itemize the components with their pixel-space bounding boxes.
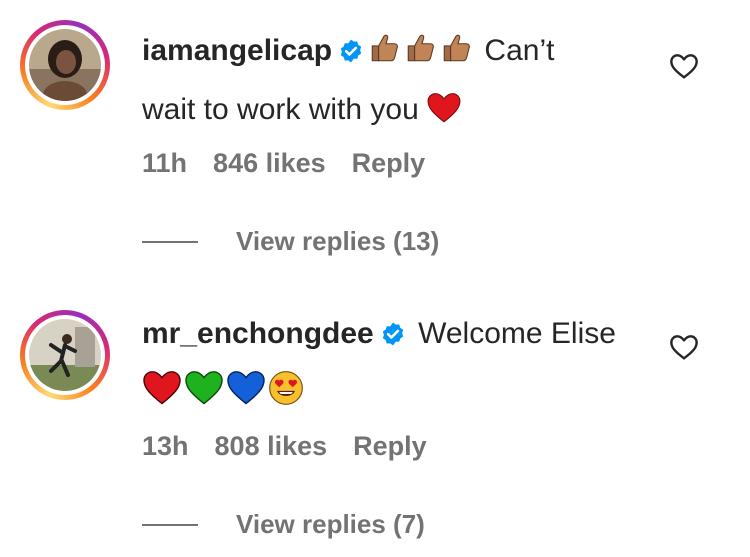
comment-text: mr_enchongdee Welcome Elise bbox=[142, 307, 662, 424]
reply-button[interactable]: Reply bbox=[352, 148, 426, 178]
likes-count[interactable]: 846 likes bbox=[213, 148, 326, 178]
comment-meta: 13h 808 likes Reply bbox=[142, 431, 453, 462]
blue-heart-icon bbox=[226, 370, 266, 424]
like-button[interactable] bbox=[668, 331, 700, 363]
green-heart-icon bbox=[184, 370, 224, 424]
comment-text-line1: Can’t bbox=[484, 34, 555, 67]
thumbs-up-icon bbox=[404, 29, 438, 83]
red-heart-icon bbox=[427, 88, 461, 142]
red-heart-icon bbox=[142, 370, 182, 424]
view-replies-button[interactable]: View replies (7) bbox=[142, 509, 425, 540]
divider-line bbox=[142, 240, 198, 243]
heart-outline-icon bbox=[670, 335, 698, 360]
view-replies-button[interactable]: View replies (13) bbox=[142, 226, 439, 257]
verified-badge-icon bbox=[338, 28, 364, 82]
divider-line bbox=[142, 523, 198, 526]
username[interactable]: mr_enchongdee bbox=[142, 317, 374, 350]
username[interactable]: iamangelicap bbox=[142, 34, 332, 67]
verified-badge-icon bbox=[380, 311, 406, 365]
timestamp: 11h bbox=[142, 148, 188, 178]
heart-eyes-face-icon bbox=[268, 370, 304, 424]
view-replies-label[interactable]: View replies (13) bbox=[236, 226, 439, 257]
heart-outline-icon bbox=[670, 54, 698, 79]
story-ring[interactable] bbox=[20, 20, 110, 110]
comment-text-line2: wait to work with you bbox=[142, 93, 419, 126]
avatar[interactable] bbox=[29, 29, 101, 101]
story-ring[interactable] bbox=[20, 310, 110, 400]
comment-meta: 11h 846 likes Reply bbox=[142, 148, 451, 179]
comment-text: iamangelicap Can’t wait to work with you bbox=[142, 24, 662, 142]
reply-button[interactable]: Reply bbox=[353, 431, 427, 461]
thumbs-up-icon bbox=[368, 29, 402, 83]
timestamp: 13h bbox=[142, 431, 189, 461]
like-button[interactable] bbox=[668, 50, 700, 82]
thumbs-up-icon bbox=[440, 29, 474, 83]
comment-text-line1: Welcome Elise bbox=[418, 317, 616, 350]
avatar[interactable] bbox=[29, 319, 101, 391]
likes-count[interactable]: 808 likes bbox=[215, 431, 328, 461]
view-replies-label[interactable]: View replies (7) bbox=[236, 509, 425, 540]
